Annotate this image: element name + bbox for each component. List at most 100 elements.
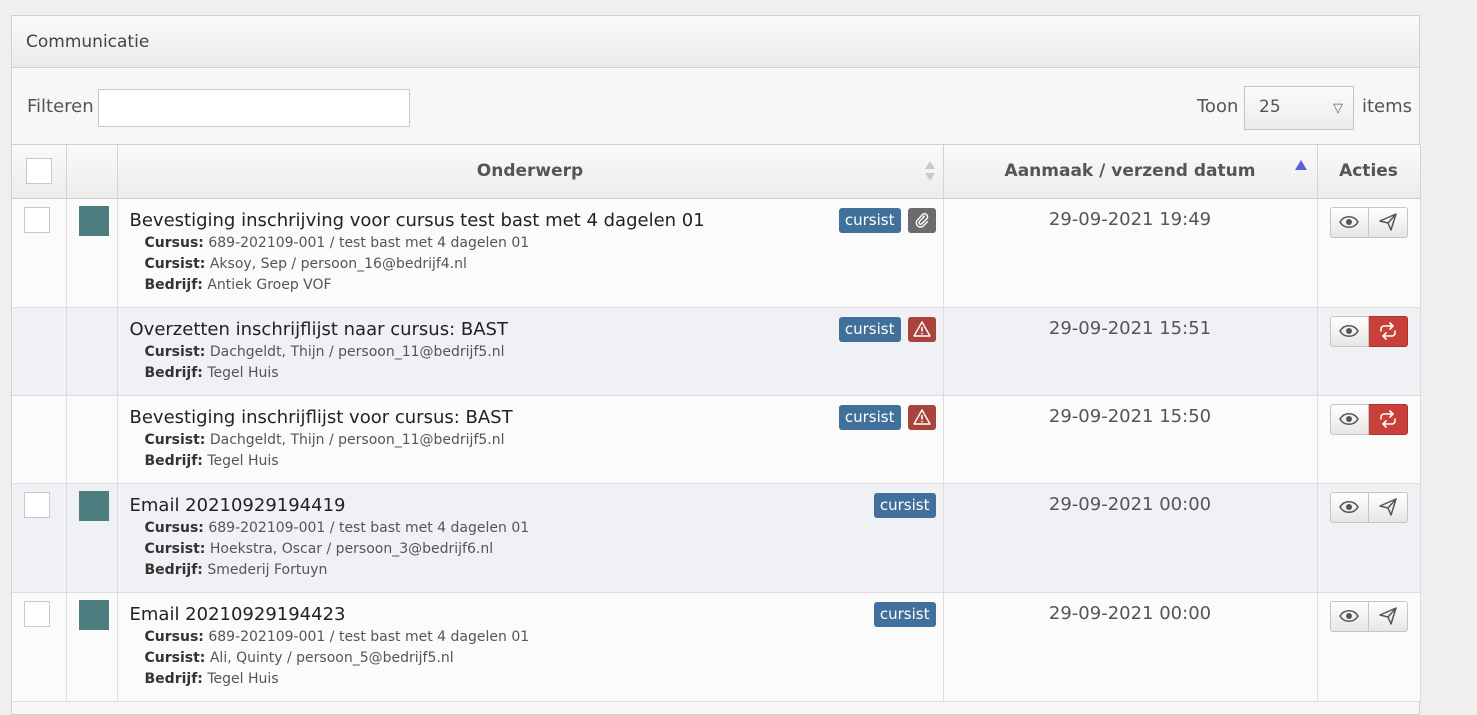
- filter-label: Filteren: [27, 96, 94, 117]
- view-button[interactable]: [1329, 403, 1369, 435]
- warning-icon: [907, 404, 936, 430]
- student-line: Cursist: Ali, Quinty / persoon_5@bedrijf…: [130, 648, 943, 669]
- view-button[interactable]: [1329, 315, 1369, 347]
- status-header: [66, 145, 118, 199]
- company-value: Tegel Huis: [207, 452, 279, 469]
- actions-cell: [1317, 395, 1421, 484]
- row-select-cell: [12, 395, 67, 484]
- recipient-badge: cursist: [838, 316, 901, 342]
- course-value: 689-202109-001 / test bast met 4 dagelen…: [208, 628, 530, 645]
- date-value: 29-09-2021 15:50: [1048, 405, 1212, 427]
- actions-header-label: Acties: [1339, 161, 1398, 182]
- company-value: Smederij Fortuyn: [207, 561, 328, 578]
- retry-button[interactable]: [1368, 403, 1408, 435]
- subject-title: Bevestiging inschrijflijst voor cursus: …: [129, 406, 513, 428]
- subject-cell: Overzetten inschrijflijst naar cursus: B…: [117, 307, 944, 396]
- company-value: Antiek Groep VOF: [207, 276, 332, 293]
- subject-cell: Email 20210929194419 Cursus: 689-202109-…: [117, 483, 944, 593]
- row-select-cell: [12, 198, 67, 308]
- row-select-cell: [12, 592, 67, 702]
- course-value: 689-202109-001 / test bast met 4 dagelen…: [208, 234, 530, 251]
- course-value: 689-202109-001 / test bast met 4 dagelen…: [208, 519, 530, 536]
- date-cell: 29-09-2021 19:49: [943, 198, 1318, 308]
- view-button[interactable]: [1329, 206, 1369, 238]
- row-status-cell: [66, 198, 118, 308]
- eye-icon: [1339, 325, 1359, 337]
- send-button[interactable]: [1368, 600, 1408, 632]
- row-checkbox[interactable]: [24, 491, 50, 518]
- page-size-value: 25: [1259, 97, 1281, 117]
- sort-ascending-icon: [1294, 160, 1307, 170]
- date-cell: 29-09-2021 15:50: [943, 395, 1318, 484]
- table-header-row: Onderwerp Aanmaak / verzend datum Acties: [12, 145, 1421, 199]
- course-label: Cursus:: [144, 234, 204, 251]
- paperclip-icon: [907, 207, 936, 233]
- subject-header[interactable]: Onderwerp: [117, 145, 944, 199]
- student-line: Cursist: Hoekstra, Oscar / persoon_3@bed…: [130, 539, 943, 560]
- date-value: 29-09-2021 00:00: [1048, 602, 1212, 624]
- company-value: Tegel Huis: [207, 670, 279, 687]
- table-row: Email 20210929194419 Cursus: 689-202109-…: [12, 483, 1421, 593]
- row-status-cell: [66, 483, 118, 593]
- company-label: Bedrijf:: [144, 670, 203, 687]
- table-row: Bevestiging inschrijving voor cursus tes…: [12, 198, 1421, 308]
- date-value: 29-09-2021 00:00: [1048, 493, 1212, 515]
- subject-cell: Email 20210929194423 Cursus: 689-202109-…: [117, 592, 944, 702]
- course-label: Cursus:: [144, 519, 204, 536]
- retry-icon: [1379, 322, 1396, 340]
- company-value: Tegel Huis: [207, 364, 279, 381]
- date-header-label: Aanmaak / verzend datum: [1004, 161, 1256, 182]
- course-line: Cursus: 689-202109-001 / test bast met 4…: [130, 627, 943, 648]
- company-line: Bedrijf: Tegel Huis: [130, 363, 943, 384]
- student-line: Cursist: Aksoy, Sep / persoon_16@bedrijf…: [130, 254, 943, 275]
- student-value: Hoekstra, Oscar / persoon_3@bedrijf6.nl: [209, 540, 494, 557]
- send-icon: [1378, 498, 1397, 516]
- select-all-checkbox[interactable]: [25, 158, 52, 185]
- date-cell: 29-09-2021 00:00: [943, 483, 1318, 593]
- filter-input[interactable]: [98, 89, 410, 127]
- course-line: Cursus: 689-202109-001 / test bast met 4…: [130, 233, 943, 254]
- sort-icon: [924, 161, 935, 181]
- student-label: Cursist:: [144, 540, 206, 557]
- row-select-cell: [12, 483, 67, 593]
- view-button[interactable]: [1329, 600, 1369, 632]
- subject-title: Email 20210929194419: [129, 494, 346, 516]
- subject-title: Email 20210929194423: [129, 603, 346, 625]
- table-row: Overzetten inschrijflijst naar cursus: B…: [12, 307, 1421, 396]
- row-checkbox[interactable]: [24, 600, 50, 627]
- date-header[interactable]: Aanmaak / verzend datum: [943, 145, 1318, 199]
- send-button[interactable]: [1368, 491, 1408, 523]
- subject-header-label: Onderwerp: [476, 161, 584, 182]
- date-value: 29-09-2021 19:49: [1048, 208, 1212, 230]
- view-button[interactable]: [1329, 491, 1369, 523]
- student-line: Cursist: Dachgeldt, Thijn / persoon_11@b…: [130, 430, 943, 451]
- row-status-cell: [66, 395, 118, 484]
- company-line: Bedrijf: Tegel Huis: [130, 669, 943, 690]
- actions-cell: [1317, 198, 1421, 308]
- communication-table: Onderwerp Aanmaak / verzend datum Acties: [12, 145, 1421, 702]
- course-line: Cursus: 689-202109-001 / test bast met 4…: [130, 518, 943, 539]
- company-line: Bedrijf: Tegel Huis: [130, 451, 943, 472]
- company-line: Bedrijf: Smederij Fortuyn: [130, 560, 943, 581]
- row-checkbox[interactable]: [24, 206, 50, 233]
- send-button[interactable]: [1368, 206, 1408, 238]
- status-indicator: [78, 205, 109, 236]
- send-icon: [1378, 607, 1397, 625]
- actions-cell: [1317, 307, 1421, 396]
- table-row: Email 20210929194423 Cursus: 689-202109-…: [12, 592, 1421, 702]
- chevron-down-icon: ▽: [1333, 101, 1343, 116]
- eye-icon: [1339, 501, 1359, 513]
- student-value: Aksoy, Sep / persoon_16@bedrijf4.nl: [209, 255, 467, 272]
- subject-title: Bevestiging inschrijving voor cursus tes…: [129, 209, 705, 231]
- date-cell: 29-09-2021 15:51: [943, 307, 1318, 396]
- page-size-select[interactable]: 25 ▽: [1244, 86, 1354, 130]
- send-icon: [1378, 213, 1397, 231]
- items-label: items: [1362, 96, 1413, 117]
- warning-icon: [907, 316, 936, 342]
- recipient-badge: cursist: [838, 207, 901, 233]
- eye-icon: [1339, 610, 1359, 622]
- table-toolbar: Filteren Toon 25 ▽ items: [12, 68, 1419, 145]
- course-label: Cursus:: [144, 628, 204, 645]
- retry-button[interactable]: [1368, 315, 1408, 347]
- retry-icon: [1379, 410, 1396, 428]
